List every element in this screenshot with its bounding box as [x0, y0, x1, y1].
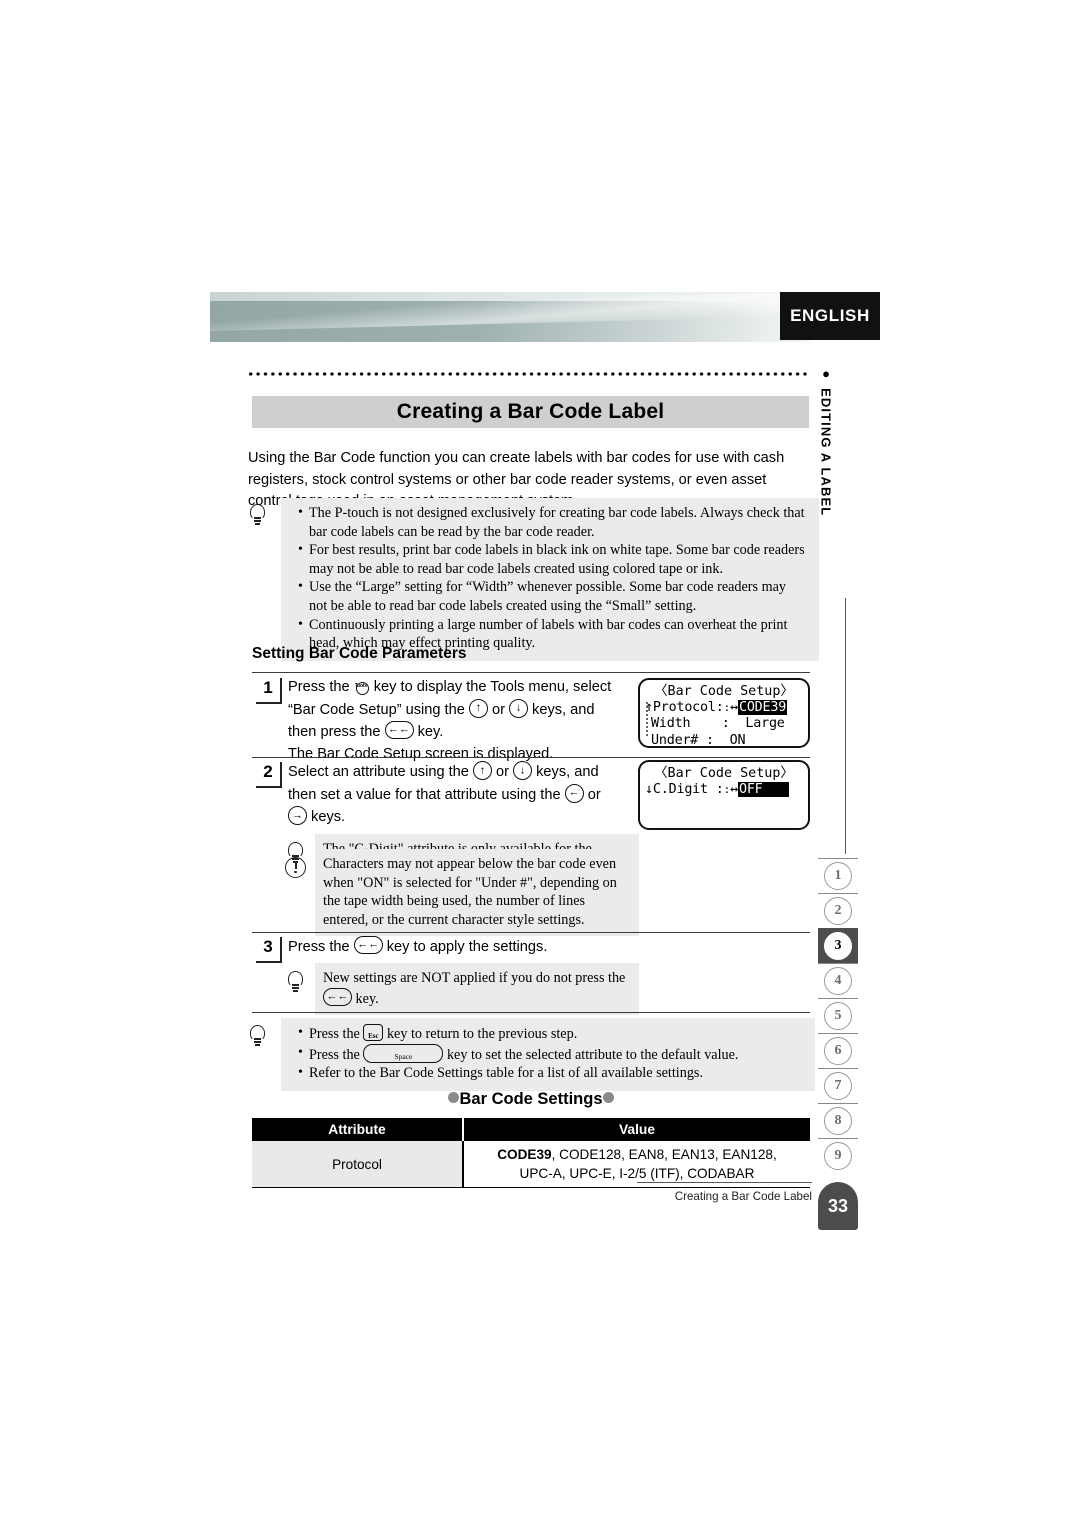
page-tab-8[interactable]: 8: [818, 1103, 858, 1138]
lightbulb-icon: [249, 1025, 275, 1055]
rule-between-step-2-and-3: [252, 932, 810, 933]
lcd-row-cdigit: ↓C.Digit ::↔OFF: [640, 782, 808, 798]
lcd-row-under: Under# : ON: [651, 732, 746, 748]
column-header-attribute: Attribute: [252, 1118, 464, 1141]
side-label-text: EDITING A LABEL: [818, 388, 834, 517]
list-item: Press the Space key to set the selected …: [298, 1043, 801, 1065]
side-divider-rule: [845, 598, 846, 854]
settings-table-heading: Bar Code Settings: [252, 1090, 810, 1109]
page-header-banner: ENGLISH: [210, 292, 880, 342]
step-1-text: Press the Tools key to display the Tools…: [288, 677, 623, 765]
right-key-icon: →: [288, 806, 307, 825]
lcd-scroll-dots: [646, 702, 648, 738]
step-2-warning-box: Characters may not appear below the bar …: [285, 849, 639, 937]
page-tab-5[interactable]: 5: [818, 998, 858, 1033]
up-key-icon: ↑: [472, 761, 492, 780]
side-label-bullet-icon: ●: [818, 366, 834, 383]
cell-value: CODE39, CODE128, EAN8, EAN13, EAN128, UPC…: [463, 1141, 810, 1188]
page-tab-label: 5: [824, 1002, 852, 1030]
page-number-badge: 33: [818, 1182, 858, 1230]
space-key-icon: Space: [363, 1043, 444, 1063]
step-3-text: Press the ←← key to apply the settings.: [288, 936, 688, 959]
settings-heading-text: Bar Code Settings: [459, 1090, 603, 1108]
cell-attribute: Protocol: [252, 1141, 464, 1188]
page-tab-label: 7: [824, 1072, 852, 1100]
rule-between-step-1-and-2: [252, 757, 810, 758]
lightbulb-icon: [287, 971, 313, 1001]
page-tab-label: 3: [824, 932, 852, 960]
enter-key-icon: ←←: [384, 721, 414, 739]
column-header-value: Value: [463, 1118, 810, 1141]
lcd-row-protocol: ↑Protocol::↔CODE39: [645, 700, 788, 715]
footer-title: Creating a Bar Code Label: [674, 1190, 812, 1203]
value-default: CODE39: [497, 1147, 552, 1162]
page-tab-strip: 1 2 3 4 5 6 7 8 9: [818, 858, 858, 1173]
tools-key-icon: Tools: [354, 677, 370, 695]
list-item: Use the “Large” setting for “Width” when…: [298, 578, 807, 615]
bullet-dot-icon: [448, 1092, 460, 1103]
step-number-3: 3: [256, 937, 282, 963]
rule-under-section-heading: [252, 672, 810, 673]
page-tab-3[interactable]: 3: [818, 928, 858, 963]
page-tab-label: 6: [824, 1037, 852, 1065]
list-item: Press the Esc key to return to the previ…: [298, 1024, 801, 1044]
step-3-tip-box: New settings are NOT applied if you do n…: [288, 963, 639, 1016]
left-key-icon: ←: [564, 783, 584, 803]
page-tab-7[interactable]: 7: [818, 1068, 858, 1103]
page-tab-6[interactable]: 6: [818, 1033, 858, 1068]
table-row: Protocol CODE39, CODE128, EAN8, EAN13, E…: [252, 1141, 810, 1188]
page-title: Creating a Bar Code Label: [252, 396, 809, 428]
lightbulb-icon: [249, 504, 275, 534]
step-number-2: 2: [256, 762, 282, 788]
page-tab-1[interactable]: 1: [818, 858, 858, 893]
down-key-icon: ↓: [509, 698, 528, 718]
page-tab-label: 1: [824, 862, 852, 890]
step-2-text: Select an attribute using the ↑ or ↓ key…: [288, 761, 623, 829]
exclamation-icon: [285, 857, 311, 884]
bar-code-settings-table: Attribute Value Protocol CODE39, CODE128…: [252, 1118, 810, 1188]
page-tab-2[interactable]: 2: [818, 893, 858, 928]
page-tab-label: 8: [824, 1107, 852, 1135]
lcd-scroll-down-arrow: ↓: [645, 782, 653, 797]
intro-tip-box: The P-touch is not designed exclusively …: [250, 498, 819, 661]
footer-rule: [637, 1182, 812, 1183]
step-2-warning-text: Characters may not appear below the bar …: [323, 856, 617, 928]
list-item: For best results, print bar code labels …: [298, 541, 807, 578]
page-tab-label: 2: [824, 897, 852, 925]
page-tab-4[interactable]: 4: [818, 963, 858, 998]
lcd-title: 〈Bar Code Setup〉: [654, 766, 794, 781]
up-key-icon: ↑: [468, 698, 488, 718]
page-tab-9[interactable]: 9: [818, 1138, 858, 1173]
down-key-icon: ↓: [513, 761, 533, 780]
lcd-title: 〈Bar Code Setup〉: [654, 684, 794, 699]
escape-key-icon: Esc: [363, 1024, 384, 1041]
lcd-screen-bar-code-setup-1: 〈Bar Code Setup〉 ↑Protocol::↔CODE39 Widt…: [638, 678, 810, 748]
step-3-tip-text: New settings are NOT applied if you do n…: [323, 970, 626, 1007]
list-item: The P-touch is not designed exclusively …: [298, 504, 807, 541]
enter-key-icon: ←←: [353, 936, 383, 954]
step-number-1: 1: [256, 678, 282, 704]
enter-key-icon: ←←: [323, 987, 352, 1006]
language-badge: ENGLISH: [780, 292, 880, 340]
bottom-tip-box: Press the Esc key to return to the previ…: [250, 1018, 815, 1091]
table-header-row: Attribute Value: [252, 1118, 810, 1141]
list-item: Refer to the Bar Code Settings table for…: [298, 1064, 801, 1083]
section-heading: Setting Bar Code Parameters: [252, 645, 467, 662]
decorative-dotted-rule: [247, 372, 809, 376]
bullet-dot-icon: [602, 1092, 614, 1103]
lcd-row-width: Width : Large: [651, 716, 785, 732]
page-tab-label: 4: [824, 967, 852, 995]
page-tab-label: 9: [824, 1142, 852, 1170]
rule-above-bottom-tips: [252, 1012, 810, 1013]
lcd-screen-bar-code-setup-2: 〈Bar Code Setup〉 ↓C.Digit ::↔OFF: [638, 760, 810, 830]
